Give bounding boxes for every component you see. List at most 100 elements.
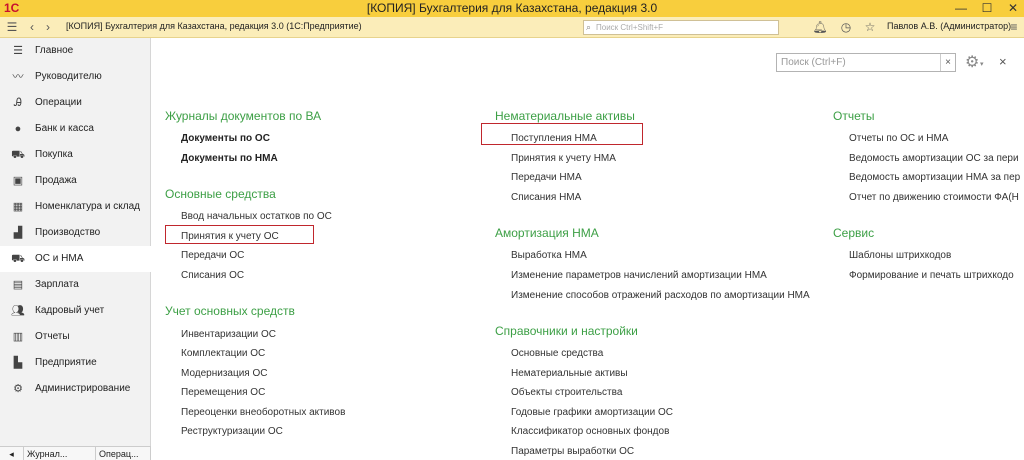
sidebar-item-label: Главное <box>35 45 74 56</box>
link-output-nma[interactable]: Выработка НМА <box>511 250 587 261</box>
sidebar-item-fixed-assets[interactable]: ⛟ ОС и НМА <box>0 246 151 272</box>
chart-line-icon: 〰 <box>12 71 24 83</box>
bottom-tab-journal[interactable]: Журнал... <box>24 447 96 460</box>
maximize-icon[interactable]: ☐ <box>974 0 1000 17</box>
sidebar-item-reports[interactable]: ▥ Отчеты <box>0 324 151 350</box>
sidebar-item-administration[interactable]: ⚙ Администрирование <box>0 376 151 402</box>
link-ref-annual-schedules[interactable]: Годовые графики амортизации ОС <box>511 407 673 418</box>
sidebar-item-warehouse[interactable]: ▦ Номенклатура и склад <box>0 194 151 220</box>
sidebar-item-label: Предприятие <box>35 357 97 368</box>
clear-search-icon[interactable]: × <box>940 54 955 71</box>
section-accounting-title: Учет основных средств <box>165 304 295 318</box>
link-transfers-os[interactable]: Передачи ОС <box>181 250 244 261</box>
bell-icon[interactable]: 🔔︎ <box>812 20 828 34</box>
back-icon[interactable]: ‹ <box>24 20 40 34</box>
sidebar-item-manager[interactable]: 〰 Руководителю <box>0 64 151 90</box>
global-search-placeholder: Поиск Ctrl+Shift+F <box>596 23 664 32</box>
sidebar-item-salary[interactable]: ▤ Зарплата <box>0 272 151 298</box>
section-search-placeholder: Поиск (Ctrl+F) <box>781 57 846 68</box>
sidebar-item-label: Зарплата <box>35 279 79 290</box>
building-icon: ▙ <box>13 357 23 369</box>
minimize-icon[interactable]: — <box>948 0 974 17</box>
link-report-amortization-nma[interactable]: Ведомость амортизации НМА за пер <box>849 172 1020 183</box>
hamburger-menu-icon[interactable]: ☰ <box>4 20 20 34</box>
link-acceptance-nma[interactable]: Принятия к учету НМА <box>511 153 616 164</box>
section-service-title: Сервис <box>833 226 875 240</box>
link-report-cost-movement[interactable]: Отчет по движению стоимости ФА(Н <box>849 192 1019 203</box>
settings-menu-icon[interactable]: ≡ <box>1006 20 1022 34</box>
scrollbar[interactable] <box>1018 90 1024 450</box>
link-report-os-nma[interactable]: Отчеты по ОС и НМА <box>849 133 948 144</box>
search-icon: ⌕ <box>586 22 592 32</box>
sidebar-item-operations[interactable]: Ꭿ Операции <box>0 90 151 116</box>
current-user[interactable]: Павлов А.В. (Администратор) <box>887 21 1011 31</box>
link-assembly-os[interactable]: Комплектации ОС <box>181 348 265 359</box>
link-documents-nma[interactable]: Документы по НМА <box>181 153 278 164</box>
bottom-tab-label: Журнал... <box>27 449 68 459</box>
link-report-amortization-os[interactable]: Ведомость амортизации ОС за пери <box>849 153 1019 164</box>
chevron-down-icon[interactable]: ▾ <box>980 60 984 68</box>
sidebar-item-sales[interactable]: ▣ Продажа <box>0 168 151 194</box>
link-barcode-print[interactable]: Формирование и печать штрихкодо <box>849 270 1014 281</box>
sidebar-item-bank[interactable]: ● Банк и касса <box>0 116 151 142</box>
sidebar-item-label: Банк и касса <box>35 123 94 134</box>
sidebar-item-enterprise[interactable]: ▙ Предприятие <box>0 350 151 376</box>
link-restructuring-os[interactable]: Реструктуризации ОС <box>181 426 283 437</box>
link-modernization-os[interactable]: Модернизация ОС <box>181 368 268 379</box>
link-ref-intangible[interactable]: Нематериальные активы <box>511 368 628 379</box>
section-journals-title: Журналы документов по ВА <box>165 109 322 123</box>
star-icon[interactable]: ☆ <box>862 20 878 34</box>
section-refs-title: Справочники и настройки <box>495 324 638 338</box>
app-title: [КОПИЯ] Бухгалтерия для Казахстана, реда… <box>66 21 362 31</box>
cart-icon: ⛟ <box>11 149 25 161</box>
link-ref-construction[interactable]: Объекты строительства <box>511 387 622 398</box>
link-barcode-templates[interactable]: Шаблоны штрихкодов <box>849 250 951 261</box>
link-write-offs-os[interactable]: Списания ОС <box>181 270 244 281</box>
sidebar-item-label: Продажа <box>35 175 77 186</box>
sidebar-item-label: Кадровый учет <box>35 305 105 316</box>
operations-icon: Ꭿ <box>14 97 22 109</box>
panel-settings-icon[interactable]: ⚙ <box>965 52 979 72</box>
highlight-box <box>481 123 643 145</box>
link-documents-os[interactable]: Документы по ОС <box>181 133 270 144</box>
factory-icon: ▟ <box>13 227 23 239</box>
sidebar-item-label: Руководителю <box>35 71 102 82</box>
link-movements-os[interactable]: Перемещения ОС <box>181 387 265 398</box>
sidebar-item-label: Номенклатура и склад <box>35 201 140 212</box>
link-inventory-os[interactable]: Инвентаризации ОС <box>181 329 276 340</box>
link-amortization-expenses-nma[interactable]: Изменение способов отражений расходов по… <box>511 290 810 301</box>
tabs-scroll-left-icon[interactable]: ◂ <box>0 447 24 460</box>
link-ref-fixed-assets[interactable]: Основные средства <box>511 348 603 359</box>
link-initial-balances-os[interactable]: Ввод начальных остатков по ОС <box>181 211 332 222</box>
toolbar: ☰ ‹ › [КОПИЯ] Бухгалтерия для Казахстана… <box>0 17 1024 38</box>
gear-icon: ⚙ <box>13 383 23 395</box>
section-fixed-assets-title: Основные средства <box>165 187 276 201</box>
close-window-icon[interactable]: ✕ <box>1000 0 1024 17</box>
section-search-input[interactable]: Поиск (Ctrl+F) × <box>776 53 956 72</box>
window-title: [КОПИЯ] Бухгалтерия для Казахстана, реда… <box>366 1 658 15</box>
sidebar-item-label: Администрирование <box>35 383 131 394</box>
sidebar-item-hr[interactable]: 👥︎ Кадровый учет <box>0 298 151 324</box>
sidebar-item-production[interactable]: ▟ Производство <box>0 220 151 246</box>
close-panel-icon[interactable]: × <box>999 54 1007 69</box>
sidebar-item-label: Операции <box>35 97 82 108</box>
truck-icon: ⛟ <box>11 253 25 265</box>
sidebar-bottom-tabs: ◂ Журнал... Операц... <box>0 446 151 460</box>
title-bar: 1С [КОПИЯ] Бухгалтерия для Казахстана, р… <box>0 0 1024 17</box>
sidebar-item-label: Производство <box>35 227 101 238</box>
link-write-offs-nma[interactable]: Списания НМА <box>511 192 581 203</box>
highlight-box <box>165 225 314 244</box>
bar-chart-icon: ▥ <box>12 331 24 343</box>
forward-icon[interactable]: › <box>40 20 56 34</box>
link-transfers-nma[interactable]: Передачи НМА <box>511 172 582 183</box>
sidebar-item-main[interactable]: ☰ Главное <box>0 38 151 64</box>
link-revaluation[interactable]: Переоценки внеоборотных активов <box>181 407 345 418</box>
sidebar-item-purchase[interactable]: ⛟ Покупка <box>0 142 151 168</box>
bottom-tab-operations[interactable]: Операц... <box>96 447 151 460</box>
link-ref-classifier[interactable]: Классификатор основных фондов <box>511 426 669 437</box>
link-amortization-params-nma[interactable]: Изменение параметров начислений амортиза… <box>511 270 767 281</box>
sidebar: ☰ Главное 〰 Руководителю Ꭿ Операции ● Ба… <box>0 38 151 460</box>
link-ref-output-params[interactable]: Параметры выработки ОС <box>511 446 634 457</box>
global-search-input[interactable]: ⌕ Поиск Ctrl+Shift+F <box>583 20 779 35</box>
history-icon[interactable]: ◷ <box>838 20 854 34</box>
